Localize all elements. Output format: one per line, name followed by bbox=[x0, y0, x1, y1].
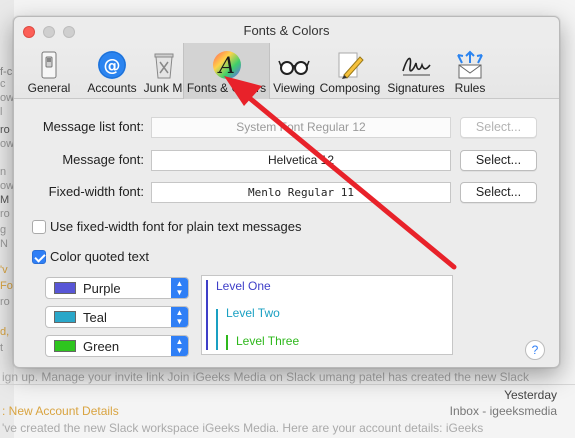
message-font-label: Message font: bbox=[62, 152, 144, 167]
quote-level-3-color-popup[interactable]: Green ▲ ▼ bbox=[45, 335, 189, 357]
preview-level-one: Level One bbox=[216, 279, 271, 293]
bg-fragment: ro bbox=[0, 208, 10, 220]
message-list-font-field: System Font Regular 12 bbox=[151, 117, 451, 138]
message-font-select-button[interactable]: Select... bbox=[460, 150, 537, 171]
message-font-field: Helvetica 12 bbox=[151, 150, 451, 171]
glasses-icon bbox=[278, 60, 310, 75]
tab-label: Signatures bbox=[387, 81, 445, 95]
message-list-font-select-button[interactable]: Select... bbox=[460, 117, 537, 138]
tab-fonts-and-colors[interactable]: A Fonts & Colors bbox=[183, 43, 270, 99]
tab-rules[interactable]: Rules bbox=[450, 43, 490, 99]
tab-accounts[interactable]: @ Accounts bbox=[80, 43, 144, 99]
color-name: Teal bbox=[83, 310, 107, 325]
title-bar: Fonts & Colors bbox=[14, 17, 559, 45]
quote-level-2-color-popup[interactable]: Teal ▲ ▼ bbox=[45, 306, 189, 328]
message-list-font-label: Message list font: bbox=[42, 119, 144, 134]
bg-fragment: ow bbox=[0, 138, 15, 150]
tab-label: Composing bbox=[319, 81, 381, 95]
color-name: Purple bbox=[83, 281, 121, 296]
bg-fragment: c bbox=[0, 78, 6, 90]
bg-fragment: Fo bbox=[0, 280, 13, 292]
chevron-up-down-icon: ▲ ▼ bbox=[171, 307, 188, 327]
bg-fragment: l bbox=[0, 106, 3, 118]
tab-composing[interactable]: Composing bbox=[318, 43, 382, 99]
color-quoted-text-checkbox[interactable] bbox=[32, 250, 46, 264]
svg-text:@: @ bbox=[104, 56, 121, 76]
preview-level-three: Level Three bbox=[236, 334, 300, 348]
tab-label: Viewing bbox=[273, 81, 315, 95]
bg-fragment: 'v bbox=[0, 264, 8, 276]
signature-icon bbox=[402, 57, 431, 76]
trash-bin-icon bbox=[154, 53, 174, 79]
tab-signatures[interactable]: Signatures bbox=[383, 43, 449, 99]
tab-junk-mail[interactable]: Junk Mail bbox=[144, 43, 194, 99]
general-switch-icon bbox=[41, 51, 57, 79]
help-button[interactable]: ? bbox=[525, 340, 545, 360]
quote-bar-level-2 bbox=[216, 309, 218, 350]
fixed-width-font-label: Fixed-width font: bbox=[48, 184, 144, 199]
bg-fragment: g bbox=[0, 224, 7, 236]
at-sign-icon: @ bbox=[98, 51, 126, 79]
bg-fragment: N bbox=[0, 238, 8, 250]
font-a-icon: A bbox=[212, 51, 241, 79]
bg-fragment: ow bbox=[0, 180, 15, 192]
mail-date: Yesterday bbox=[504, 388, 557, 402]
color-swatch bbox=[54, 340, 76, 352]
fixed-width-font-field: Menlo Regular 11 bbox=[151, 182, 451, 203]
tab-label: General bbox=[27, 81, 71, 95]
tab-general[interactable]: General bbox=[18, 43, 80, 99]
pencil-icon bbox=[338, 52, 364, 79]
mail-mailbox: Inbox - igeeksmedia bbox=[449, 404, 557, 418]
color-swatch bbox=[54, 282, 76, 294]
chevron-up-down-icon: ▲ ▼ bbox=[171, 278, 188, 298]
quote-bar-level-3 bbox=[226, 335, 228, 350]
envelope-arrows-icon bbox=[457, 50, 483, 79]
svg-text:A: A bbox=[217, 54, 235, 79]
tab-label: Rules bbox=[454, 81, 486, 95]
bg-fragment: d, bbox=[0, 326, 10, 338]
bg-fragment: M bbox=[0, 194, 10, 206]
color-swatch bbox=[54, 311, 76, 323]
color-quoted-text-label: Color quoted text bbox=[50, 249, 150, 264]
bg-fragment: n bbox=[0, 166, 7, 178]
bg-fragment: ro bbox=[0, 296, 10, 308]
preferences-window: Fonts & Colors General @ Accounts Junk M… bbox=[13, 16, 560, 368]
use-fixed-width-label: Use fixed-width font for plain text mess… bbox=[50, 219, 302, 234]
quote-level-1-color-popup[interactable]: Purple ▲ ▼ bbox=[45, 277, 189, 299]
bg-fragment: f-c bbox=[0, 66, 13, 78]
use-fixed-width-checkbox[interactable] bbox=[32, 220, 46, 234]
tab-label: Fonts & Colors bbox=[186, 81, 267, 95]
mail-preview-text: 've created the new Slack workspace iGee… bbox=[2, 421, 484, 435]
color-name: Green bbox=[83, 339, 120, 354]
bg-fragment: ro bbox=[0, 124, 10, 136]
chevron-up-down-icon: ▲ ▼ bbox=[171, 336, 188, 356]
quote-bar-level-1 bbox=[206, 280, 208, 350]
bg-fragment: t bbox=[0, 342, 4, 354]
fonts-colors-pane: Message list font: System Font Regular 1… bbox=[14, 100, 559, 367]
bg-fragment: ow bbox=[0, 92, 15, 104]
preferences-toolbar: General @ Accounts Junk Mail A Fonts & C… bbox=[14, 43, 559, 99]
tab-label: Accounts bbox=[87, 81, 137, 95]
tab-viewing[interactable]: Viewing bbox=[271, 43, 317, 99]
fixed-width-font-select-button[interactable]: Select... bbox=[460, 182, 537, 203]
mail-preview-text: ign up. Manage your invite link Join iGe… bbox=[2, 370, 529, 384]
preview-level-two: Level Two bbox=[226, 306, 280, 320]
mail-divider bbox=[0, 384, 575, 385]
window-title: Fonts & Colors bbox=[243, 23, 330, 38]
quote-preview: Level One Level Two Level Three bbox=[201, 275, 453, 355]
